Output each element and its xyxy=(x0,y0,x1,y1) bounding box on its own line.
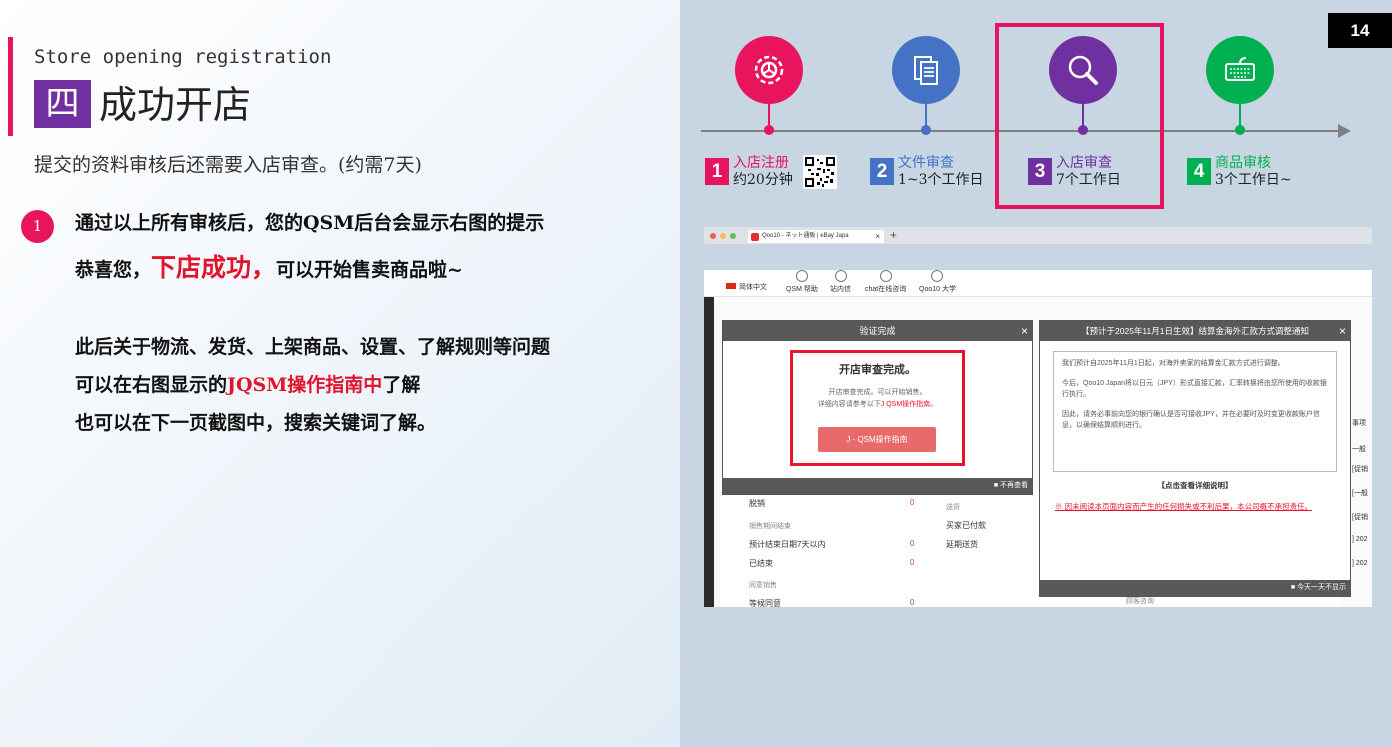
list-group-label: 同意销售 xyxy=(749,582,777,589)
step-duration: 1~3个工作日 xyxy=(898,172,984,188)
china-flag-icon xyxy=(726,283,736,289)
list-item[interactable]: 预计结束日期7天以内 xyxy=(749,539,825,550)
hide-today-checkbox[interactable]: ■ 今天一天不显示 xyxy=(1040,580,1350,596)
list-item[interactable]: 等候同意 xyxy=(749,598,781,607)
step-title: 文件审查 xyxy=(898,155,954,171)
timeline-arrow xyxy=(1338,124,1351,138)
details-link[interactable]: 【点击查看详细说明】 xyxy=(1040,480,1350,491)
right-panel: 14 1 入店注册 约20分钟 2 文件审查 1~3个工作日 3 入店审查 7个… xyxy=(680,0,1392,747)
notice-paragraph: 我们预计自2025年11月1日起，对海外卖家的结算金汇款方式进行调整。 xyxy=(1062,360,1285,367)
gear-icon xyxy=(735,36,803,104)
list-count[interactable]: 0 xyxy=(910,558,914,567)
modal-header: 【预计于2025年11月1日生效】结算金海外汇款方式调整通知 × xyxy=(1040,321,1350,341)
section-number: 四 xyxy=(34,80,91,128)
paragraph-2: 恭喜您，下店成功，可以开始售卖商品啦~ xyxy=(75,248,463,284)
timeline-pin-2 xyxy=(892,36,960,135)
accent-bar xyxy=(8,37,13,136)
left-panel: Store opening registration 四 成功开店 提交的资料审… xyxy=(0,0,680,747)
list-item[interactable]: 买家已付款 xyxy=(946,520,986,531)
nav-chat[interactable]: chat在线咨询 xyxy=(865,270,906,294)
close-icon[interactable]: × xyxy=(1021,321,1028,341)
bullet-number: 1 xyxy=(21,210,54,243)
side-clip-text: ] 202 xyxy=(1352,536,1368,543)
browser-tab[interactable]: Qoo10 - ネット通販 | eBay Japa × xyxy=(748,230,884,243)
list-item[interactable]: 已结束 xyxy=(749,558,773,569)
notice-paragraph: 因此，请务必事前向您的银行确认是否可接收JPY，并在必要时及时变更收款账户信息，… xyxy=(1062,411,1320,429)
list-count[interactable]: 0 xyxy=(910,498,914,507)
side-clip-text: [促销 xyxy=(1352,514,1368,521)
page-number: 14 xyxy=(1328,13,1392,48)
notice-modal: 【预计于2025年11月1日生效】结算金海外汇款方式调整通知 × 我们预计自20… xyxy=(1039,320,1351,597)
paragraph-4-c: 了解 xyxy=(382,374,421,396)
list-count[interactable]: 0 xyxy=(910,598,914,607)
paragraph-5: 也可以在下一页截图中，搜索关键词了解。 xyxy=(75,412,437,434)
qsm-screenshot: 简体中文 QSM 帮助 站内信 chat在线咨询 Qoo10 大学 脱销 0 销… xyxy=(704,270,1372,607)
step-duration: 约20分钟 xyxy=(733,172,793,188)
tab-close-icon[interactable]: × xyxy=(875,230,880,243)
current-step-highlight xyxy=(995,23,1164,209)
side-clip-text: [促销 xyxy=(1352,466,1368,473)
section-title: 成功开店 xyxy=(99,83,252,127)
step-number: 4 xyxy=(1187,158,1211,185)
help-icon xyxy=(795,270,808,282)
close-icon[interactable]: × xyxy=(1339,321,1346,341)
paragraph-4-a: 可以在右图显示的 xyxy=(75,374,228,396)
list-group-label: 顾客咨询 xyxy=(1126,598,1154,605)
dont-show-again-checkbox[interactable]: ■ 不再查看 xyxy=(723,478,1032,494)
timeline-pin-1 xyxy=(735,36,803,135)
step-title: 入店注册 xyxy=(733,155,789,171)
highlight-box xyxy=(790,350,965,466)
qr-code-icon xyxy=(802,155,837,189)
left-sidebar xyxy=(704,297,714,607)
list-count[interactable]: 0 xyxy=(910,539,914,548)
notice-body: 我们预计自2025年11月1日起，对海外卖家的结算金汇款方式进行调整。 今后，Q… xyxy=(1053,351,1337,472)
paragraph-3: 此后关于物流、发货、上架商品、设置、了解规则等问题 xyxy=(75,336,551,358)
paragraph-2-c: 可以开始售卖商品啦~ xyxy=(276,259,463,281)
maximize-window-icon[interactable] xyxy=(730,233,736,239)
paragraph-2-highlight: 下店成功， xyxy=(151,253,277,282)
list-group-label: 销售期间结束 xyxy=(749,523,791,530)
mail-icon xyxy=(834,270,847,282)
qsm-top-nav: 简体中文 QSM 帮助 站内信 chat在线咨询 Qoo10 大学 xyxy=(704,270,1372,297)
timeline-pin-4 xyxy=(1206,36,1274,135)
subtitle-en: Store opening registration xyxy=(34,46,332,68)
close-window-icon[interactable] xyxy=(710,233,716,239)
list-group-label: 送货 xyxy=(946,504,960,511)
paragraph-4: 可以在右图显示的JQSM操作指南中了解 xyxy=(75,370,420,397)
side-clip-text: 一般 xyxy=(1352,446,1366,453)
paragraph-4-highlight: JQSM操作指南中 xyxy=(227,374,383,396)
minimize-window-icon[interactable] xyxy=(720,233,726,239)
nav-language[interactable]: 简体中文 xyxy=(739,282,767,292)
list-item[interactable]: 脱销 xyxy=(749,498,765,509)
step-number: 1 xyxy=(705,158,729,185)
notice-paragraph: 今后，Qoo10 Japan将以日元（JPY）形式直接汇款，汇率转换将由您所使用… xyxy=(1062,380,1327,398)
step-duration: 3个工作日~ xyxy=(1215,172,1292,188)
browser-tab-bar: Qoo10 - ネット通販 | eBay Japa × + xyxy=(704,227,1372,244)
side-clip-text: [一般 xyxy=(1352,490,1368,497)
timeline-step-4: 4 商品审核 3个工作日~ xyxy=(1187,155,1292,189)
nav-help[interactable]: QSM 帮助 xyxy=(786,270,818,294)
side-clip-text: 事项 xyxy=(1352,420,1366,427)
keyboard-icon xyxy=(1206,36,1274,104)
chat-icon xyxy=(879,270,892,282)
nav-messages[interactable]: 站内信 xyxy=(830,270,851,294)
paragraph-1: 通过以上所有审核后，您的QSM后台会显示右图的提示 xyxy=(75,212,545,234)
university-icon xyxy=(931,270,944,282)
nav-university[interactable]: Qoo10 大学 xyxy=(919,270,956,294)
step-title: 商品审核 xyxy=(1215,155,1271,171)
side-clip-text: ] 202 xyxy=(1352,560,1368,567)
new-tab-button[interactable]: + xyxy=(890,228,897,242)
timeline-step-2: 2 文件审查 1~3个工作日 xyxy=(870,155,984,189)
disclaimer-text: ※ 因未阅读本页面内容而产生的任何损失或不利后果，本公司概不承担责任。 xyxy=(1055,502,1313,511)
paragraph-2-a: 恭喜您， xyxy=(75,259,152,281)
intro-text: 提交的资料审核后还需要入店审查。(约需7天) xyxy=(34,154,422,176)
step-number: 2 xyxy=(870,158,894,185)
timeline-step-1: 1 入店注册 约20分钟 xyxy=(705,155,837,189)
tab-title: Qoo10 - ネット通販 | eBay Japa xyxy=(762,233,849,239)
list-item[interactable]: 延期送货 xyxy=(946,539,978,550)
verification-modal: 验证完成 × 开店审查完成。 开店审查完成。可以开始销售。 详细内容请参考以下J… xyxy=(722,320,1033,495)
qoo10-logo-icon xyxy=(751,233,759,241)
document-icon xyxy=(892,36,960,104)
modal-header: 验证完成 × xyxy=(723,321,1032,341)
